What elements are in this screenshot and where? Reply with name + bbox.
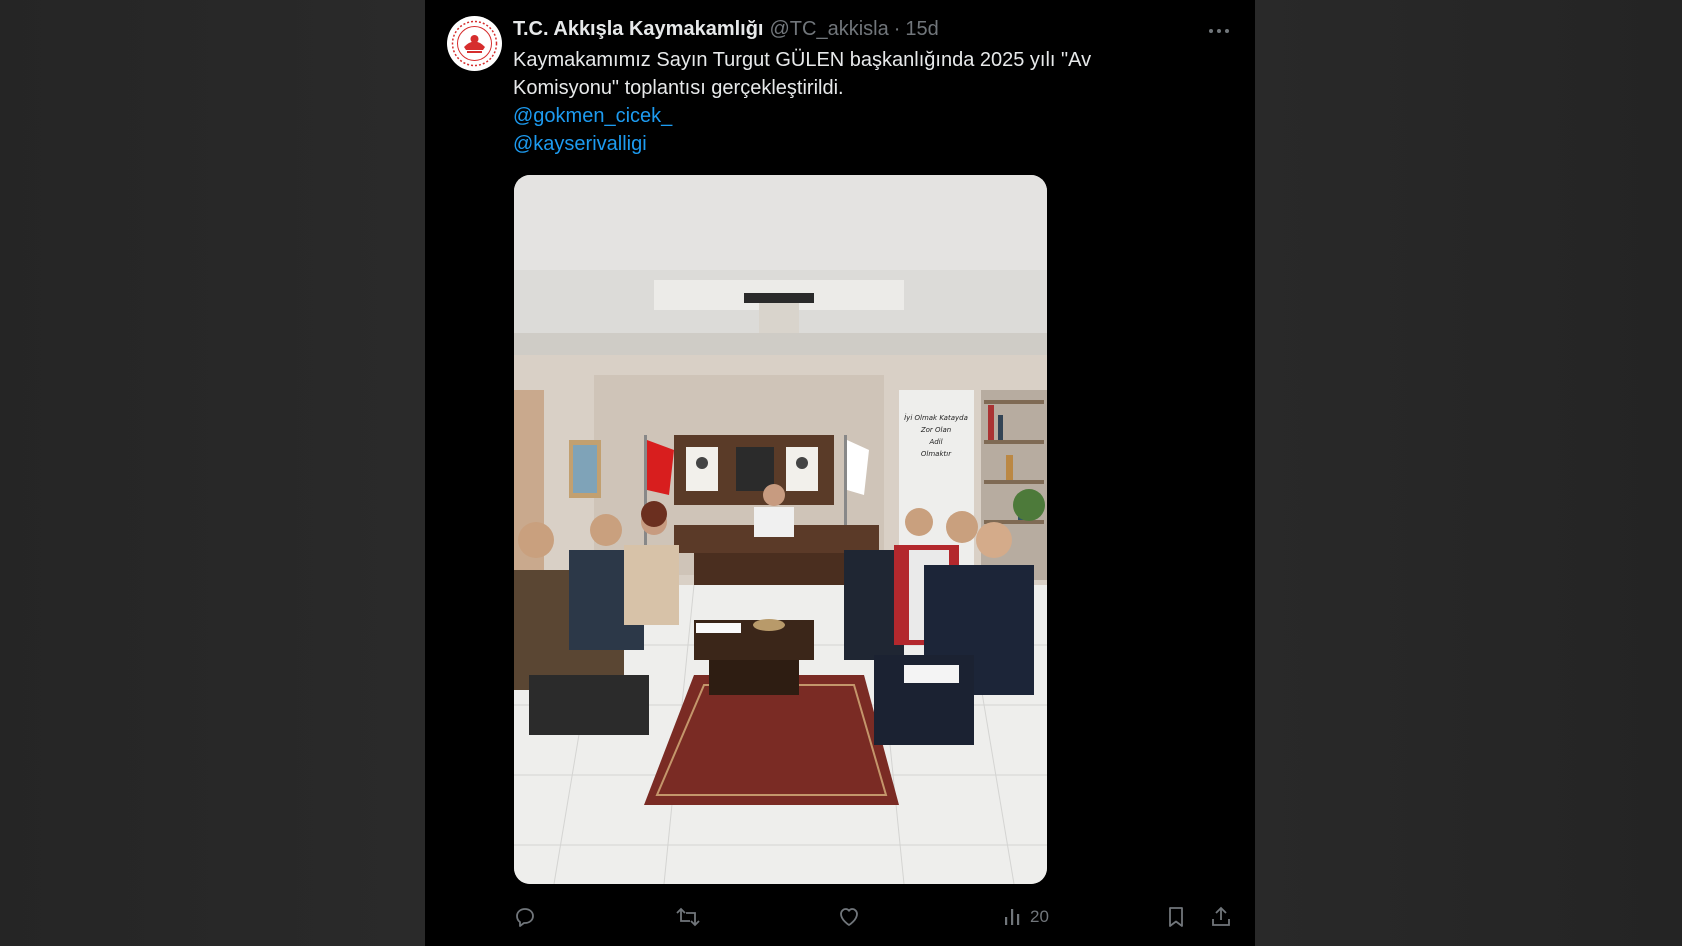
mention-link-kayserivalligi[interactable]: @kayserivalligi: [513, 130, 647, 158]
meeting-room-photo: İyi Olmak Katayda Zor Olan Adil Olmaktır: [514, 175, 1047, 884]
views-icon: [1005, 909, 1020, 925]
bookmark-icon: [1169, 907, 1183, 927]
author-handle[interactable]: @TC_akkisla: [770, 18, 889, 41]
tweet-actions: 20: [513, 902, 1235, 932]
tweet-text: Kaymakamımız Sayın Turgut GÜLEN başkanlı…: [513, 49, 1092, 99]
chandelier: [744, 293, 814, 303]
retweet-button[interactable]: [675, 902, 701, 932]
tweet-timestamp[interactable]: 15d: [905, 18, 938, 41]
reply-icon: [516, 908, 534, 927]
author-name[interactable]: T.C. Akkışla Kaymakamlığı: [513, 18, 764, 41]
header-separator: ·: [893, 17, 901, 40]
svg-text:Zor Olan: Zor Olan: [920, 426, 951, 434]
avatar-emblem-icon: [448, 17, 501, 70]
svg-text:İyi Olmak Katayda: İyi Olmak Katayda: [904, 413, 968, 422]
avatar[interactable]: [447, 16, 502, 71]
reply-button[interactable]: [513, 902, 537, 932]
share-icon: [1212, 906, 1230, 926]
svg-text:Olmaktır: Olmaktır: [921, 450, 952, 458]
person-left-3: [624, 545, 679, 625]
views-button[interactable]: 20: [1002, 902, 1049, 932]
tweet-photo[interactable]: İyi Olmak Katayda Zor Olan Adil Olmaktır: [514, 175, 1047, 884]
heart-icon: [840, 908, 858, 926]
more-icon[interactable]: [1205, 17, 1233, 45]
views-count: 20: [1030, 907, 1049, 926]
tweet-header: T.C. Akkışla Kaymakamlığı @TC_akkisla · …: [513, 16, 939, 42]
share-button[interactable]: [1209, 902, 1233, 932]
like-button[interactable]: [837, 902, 861, 932]
svg-text:Adil: Adil: [928, 438, 942, 446]
retweet-icon: [676, 907, 700, 927]
bookmark-button[interactable]: [1165, 902, 1187, 932]
mention-link-gokmen[interactable]: @gokmen_cicek_: [513, 102, 672, 130]
